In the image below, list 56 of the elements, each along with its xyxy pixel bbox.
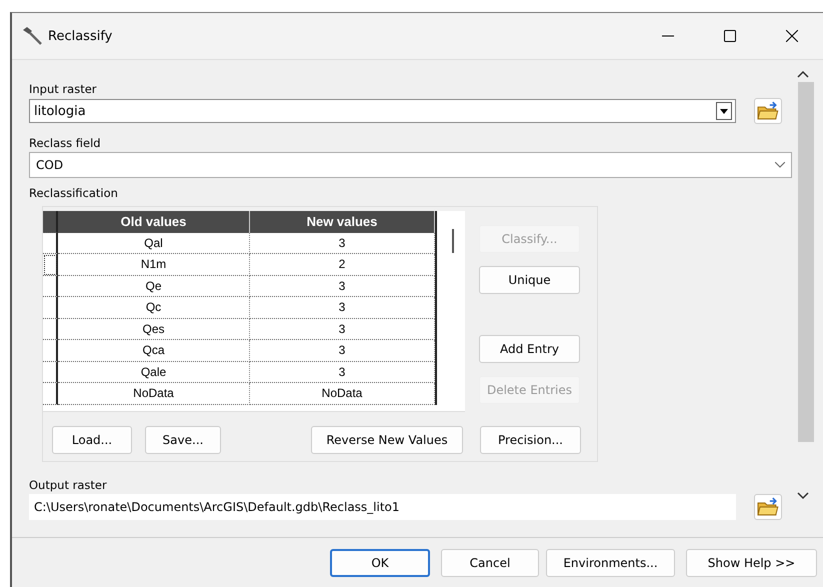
scroll-up-icon[interactable] bbox=[796, 70, 808, 78]
dialog-button[interactable]: Cancel bbox=[441, 549, 539, 577]
table-button[interactable]: Reverse New Values bbox=[311, 426, 463, 454]
window-title: Reclassify bbox=[48, 28, 114, 44]
table-button[interactable]: Load... bbox=[52, 426, 132, 454]
row-header[interactable] bbox=[43, 297, 58, 318]
dialog-button[interactable]: Show Help >> bbox=[686, 549, 817, 577]
row-header[interactable] bbox=[43, 232, 58, 254]
maximize-icon[interactable] bbox=[724, 30, 736, 42]
row-header[interactable] bbox=[43, 318, 58, 340]
table-button[interactable]: Save... bbox=[145, 426, 221, 454]
scroll-thumb[interactable] bbox=[452, 229, 454, 253]
scroll-down-icon[interactable] bbox=[796, 492, 808, 500]
table-cell: NoData bbox=[250, 383, 435, 404]
row-header[interactable] bbox=[43, 362, 58, 383]
column-header: Old values bbox=[58, 211, 250, 232]
hammer-icon bbox=[22, 26, 42, 46]
table-cell: 3 bbox=[250, 318, 435, 340]
dialog-button[interactable]: Environments... bbox=[546, 549, 675, 577]
table-cell: Qal bbox=[58, 232, 250, 254]
table-cell: 2 bbox=[250, 254, 435, 276]
table-cell: NoData bbox=[58, 383, 250, 404]
table-cell: 3 bbox=[250, 297, 435, 318]
table-cell: 3 bbox=[250, 276, 435, 297]
reclass-field-dropdown[interactable]: COD bbox=[29, 152, 792, 178]
folder-icon[interactable] bbox=[754, 98, 782, 124]
output-raster-field[interactable]: C:\Users\ronate\Documents\ArcGIS\Default.gdb\Reclass_lito1 bbox=[29, 494, 736, 520]
table-cell: Qes bbox=[58, 318, 250, 340]
input-raster-field[interactable]: litologia bbox=[29, 99, 736, 123]
row-header[interactable] bbox=[43, 383, 58, 404]
header-corner bbox=[43, 211, 58, 232]
table-cell: Qc bbox=[58, 297, 250, 318]
close-icon[interactable] bbox=[786, 30, 798, 42]
dropdown-arrow-icon[interactable] bbox=[720, 108, 728, 114]
table-cell: Qca bbox=[58, 340, 250, 362]
row-header[interactable] bbox=[43, 254, 58, 276]
table-button[interactable]: Precision... bbox=[480, 426, 581, 454]
section-label: Reclassification bbox=[29, 186, 118, 200]
table-cell: 3 bbox=[250, 340, 435, 362]
scrollbar-track[interactable] bbox=[798, 82, 814, 442]
folder-icon[interactable] bbox=[754, 494, 782, 520]
table-cell: 3 bbox=[250, 362, 435, 383]
dialog-button[interactable]: OK bbox=[330, 549, 430, 577]
row-header[interactable] bbox=[43, 276, 58, 297]
chevron-down-icon[interactable] bbox=[775, 162, 785, 168]
row-header[interactable] bbox=[43, 340, 58, 362]
table-cell: Qale bbox=[58, 362, 250, 383]
column-header: New values bbox=[250, 211, 435, 232]
table-cell: N1m bbox=[58, 254, 250, 276]
side-button[interactable]: Add Entry bbox=[479, 335, 580, 363]
side-button[interactable]: Unique bbox=[479, 266, 580, 294]
table-cell: 3 bbox=[250, 232, 435, 254]
table-cell: Qe bbox=[58, 276, 250, 297]
field-label: Output raster bbox=[29, 478, 107, 492]
field-label: Reclass field bbox=[29, 136, 101, 150]
field-label: Input raster bbox=[29, 82, 97, 96]
